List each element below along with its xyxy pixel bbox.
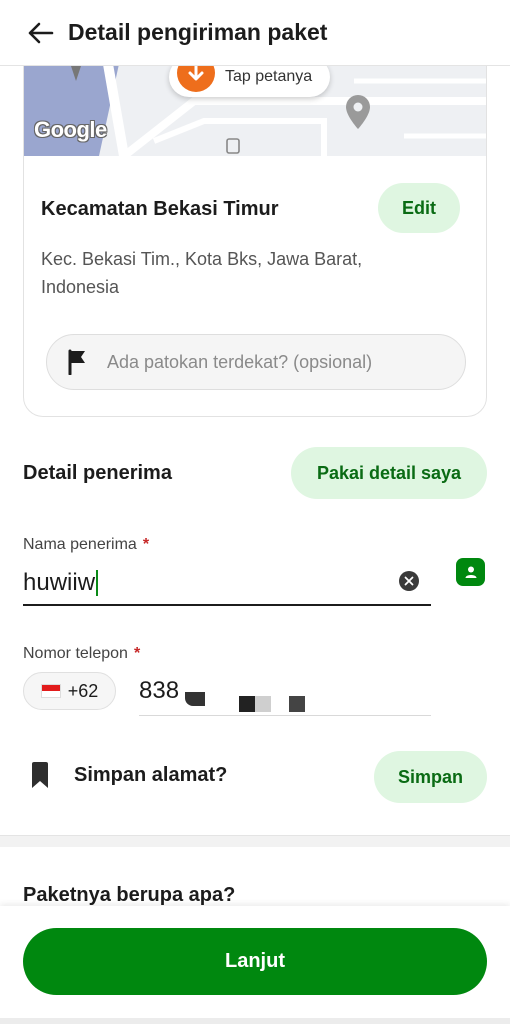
landmark-placeholder: Ada patokan terdekat? (opsional) [107,351,373,372]
app-header: Detail pengiriman paket [0,0,510,66]
save-address-question: Simpan alamat? [74,764,228,786]
location-card: Tap petanya Google Kecamatan Bekasi Timu… [23,40,487,417]
recipient-name-value: huwiiw [23,569,96,596]
bottom-action-bar: Lanjut [0,906,510,1024]
redacted-digits [185,692,205,706]
google-logo: Google [34,117,107,142]
district-title: Kecamatan Bekasi Timur [41,198,279,220]
use-my-details-button[interactable]: Pakai detail saya [291,447,487,499]
phone-label: Nomor telepon * [23,645,140,663]
edit-location-button[interactable]: Edit [378,183,460,233]
bookmark-icon [30,761,50,794]
tap-map-label: Tap petanya [225,68,313,85]
section-divider [0,835,510,847]
package-section-title: Paketnya berupa apa? [23,884,236,906]
country-code-selector[interactable]: +62 [23,672,116,710]
address-text: Kec. Bekasi Tim., Kota Bks, Jawa Barat, … [41,249,363,297]
text-caret [96,570,99,596]
required-mark: * [142,536,150,553]
flag-icon [47,349,107,375]
phone-label-text: Nomor telepon [23,645,128,662]
system-nav-bar [0,1018,510,1024]
clear-icon[interactable] [399,571,419,591]
redacted-digits [239,696,255,712]
redacted-digits [255,696,271,712]
name-label-text: Nama penerima [23,536,137,553]
required-mark: * [133,645,141,662]
phone-number-value: 838 [139,677,180,704]
landmark-input[interactable]: Ada patokan terdekat? (opsional) [46,334,466,390]
country-code-value: +62 [67,680,99,701]
continue-button[interactable]: Lanjut [23,928,487,995]
recipient-section-title: Detail penerima [23,462,172,484]
name-label: Nama penerima * [23,536,149,554]
back-button[interactable] [14,7,66,59]
indonesia-flag-icon [40,684,61,698]
redacted-digits [289,696,305,712]
phone-number-input[interactable]: 838 [139,672,431,716]
arrow-left-icon [28,22,54,43]
recipient-name-input[interactable]: huwiiw [23,562,431,606]
contact-book-icon[interactable] [456,558,485,586]
page-title: Detail pengiriman paket [68,19,328,45]
save-address-button[interactable]: Simpan [374,751,487,803]
